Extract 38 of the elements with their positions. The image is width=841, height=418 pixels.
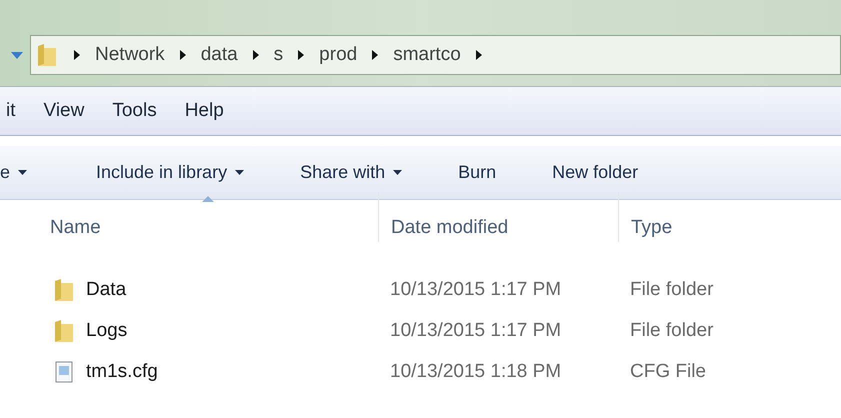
- breadcrumb[interactable]: smartco: [393, 40, 461, 70]
- chevron-icon: [252, 49, 260, 61]
- date-modified: 10/13/2015 1:17 PM: [390, 278, 562, 300]
- folder-icon: [35, 42, 59, 68]
- chevron-icon: [178, 49, 187, 61]
- folder-icon: [53, 278, 75, 302]
- breadcrumb[interactable]: Network: [95, 40, 165, 70]
- chevron-icon: [73, 49, 81, 61]
- menu-item[interactable]: View: [44, 96, 84, 126]
- date-modified: 10/13/2015 1:18 PM: [390, 360, 562, 382]
- menu-item[interactable]: it: [6, 96, 16, 126]
- menu-item[interactable]: Tools: [112, 96, 157, 126]
- breadcrumb[interactable]: prod: [319, 40, 358, 70]
- column-header[interactable]: Date modified: [378, 192, 618, 242]
- chevron-icon: [371, 49, 380, 61]
- chevron-icon: [297, 49, 306, 61]
- column-header[interactable]: Type: [618, 192, 838, 242]
- file-name[interactable]: Logs: [86, 316, 128, 346]
- file-name[interactable]: Data: [86, 276, 126, 304]
- toolbar-button[interactable]: Share with: [300, 159, 402, 186]
- breadcrumb[interactable]: s: [274, 40, 284, 70]
- file-type: CFG File: [630, 360, 706, 382]
- file-type: File folder: [630, 320, 714, 341]
- file-name[interactable]: tm1s.cfg: [86, 358, 158, 386]
- column-header[interactable]: Name: [6, 192, 378, 242]
- address-bar[interactable]: Network data s prod smartco: [30, 35, 841, 75]
- date-modified: 10/13/2015 1:17 PM: [390, 320, 562, 341]
- menu-item[interactable]: Help: [184, 96, 224, 126]
- toolbar-button[interactable]: Include in library: [96, 159, 244, 186]
- file-type: File folder: [630, 278, 714, 300]
- chevron-icon: [474, 49, 483, 61]
- toolbar-button[interactable]: Burn: [458, 159, 496, 186]
- dropdown-icon[interactable]: [10, 50, 24, 60]
- file-icon: [55, 361, 73, 383]
- toolbar-button[interactable]: e: [0, 159, 96, 186]
- breadcrumb[interactable]: data: [200, 40, 238, 70]
- toolbar-button[interactable]: New folder: [552, 159, 638, 186]
- folder-icon: [53, 319, 75, 343]
